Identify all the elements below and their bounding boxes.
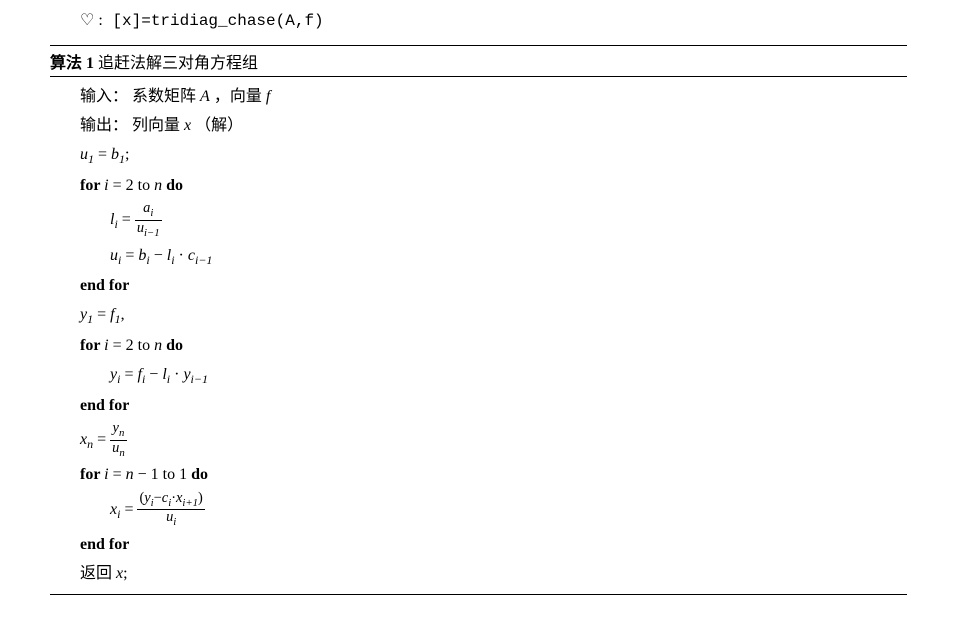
input-label: 输入：: [80, 88, 128, 105]
algorithm-title: 算法 1 追赶法解三对角方程组: [50, 46, 907, 77]
y1-eq: =: [97, 306, 110, 323]
for3-var: i: [104, 466, 108, 483]
yi-y-sub: i−1: [191, 372, 208, 386]
xn-den-sub: n: [119, 447, 124, 459]
ui-dot: ·: [179, 247, 188, 264]
for3-mid: =: [113, 466, 126, 483]
ui-minus: −: [154, 247, 167, 264]
y1-sub: 1: [87, 313, 93, 327]
output-line: 输出： 列向量 x （解）: [80, 112, 907, 139]
yi-l-sub: i: [167, 372, 170, 386]
input-var-f: f: [266, 88, 270, 105]
u1-end: ;: [125, 146, 129, 163]
u1-lhs: u: [80, 146, 88, 163]
input-text: 系数矩阵: [132, 88, 200, 105]
for3-body: xi = (yi−ci·xi+1) ui: [80, 491, 907, 530]
output-var: x: [184, 117, 191, 134]
li-num-sub: i: [150, 207, 153, 219]
algo-title-text: 追赶法解三对角方程组: [98, 55, 258, 72]
input-line: 输入： 系数矩阵 A ，向量 f: [80, 83, 907, 110]
yi-y: y: [183, 366, 190, 383]
xi-minus: −: [154, 490, 162, 506]
li-frac: ai ui−1: [135, 201, 162, 240]
xn-line: xn = yn un: [80, 421, 907, 460]
xn-num-sub: n: [119, 427, 124, 439]
for2-mid: = 2 to: [113, 337, 154, 354]
for2-line: for i = 2 to n do: [80, 332, 907, 359]
algorithm-block: 算法 1 追赶法解三对角方程组 输入： 系数矩阵 A ，向量 f 输出： 列向量…: [50, 45, 907, 595]
endfor2-text: end for: [80, 397, 129, 414]
for1-n: n: [154, 177, 162, 194]
xi-eq: =: [124, 501, 137, 518]
u1-sub: 1: [88, 153, 94, 167]
for1-body1: li = ai ui−1: [80, 201, 907, 240]
input-sep: ，向量: [214, 88, 266, 105]
ui-c-sub: i−1: [195, 253, 212, 267]
for1-body2: ui = bi − li · ci−1: [80, 242, 907, 271]
for1-pre: for: [80, 177, 104, 194]
header-code-line: ♡ : [x]=tridiag_chase(A,f): [80, 10, 907, 30]
heart-icon: ♡ :: [80, 12, 103, 29]
ui-c: c: [188, 247, 195, 264]
xi-close: ): [198, 490, 203, 506]
yi-f-sub: i: [142, 372, 145, 386]
ui-eq: =: [125, 247, 138, 264]
output-text: 列向量: [132, 117, 184, 134]
for2-post: do: [166, 337, 183, 354]
li-sub: i: [114, 217, 117, 231]
for1-post: do: [166, 177, 183, 194]
for3-pre: for: [80, 466, 104, 483]
for3-minus1: − 1 to 1: [138, 466, 187, 483]
xi-den-sub: i: [173, 516, 176, 528]
for2-pre: for: [80, 337, 104, 354]
yi-sub: i: [117, 372, 120, 386]
u1-line: u1 = b1;: [80, 141, 907, 170]
code-text: [x]=tridiag_chase(A,f): [112, 12, 323, 30]
for2-body: yi = fi − li · yi−1: [80, 361, 907, 390]
xi-frac: (yi−ci·xi+1) ui: [137, 491, 204, 530]
endfor3: end for: [80, 531, 907, 558]
for3-line: for i = n − 1 to 1 do: [80, 461, 907, 488]
ui-sub: i: [118, 253, 121, 267]
endfor1: end for: [80, 272, 907, 299]
input-var-a: A: [200, 88, 210, 105]
u1-eq: =: [98, 146, 111, 163]
u1-rhs: b: [111, 146, 119, 163]
algo-label: 算法 1: [50, 55, 94, 72]
for3-n: n: [126, 466, 134, 483]
for2-n: n: [154, 337, 162, 354]
yi-eq: =: [124, 366, 137, 383]
for3-post: do: [191, 466, 208, 483]
output-note: （解）: [195, 117, 243, 134]
xn-sub: n: [87, 437, 93, 451]
for1-line: for i = 2 to n do: [80, 172, 907, 199]
endfor1-text: end for: [80, 277, 129, 294]
ui-b-sub: i: [146, 253, 149, 267]
endfor3-text: end for: [80, 536, 129, 553]
for1-mid: = 2 to: [113, 177, 154, 194]
ui-l-sub: i: [171, 253, 174, 267]
ui-lhs: u: [110, 247, 118, 264]
for2-var: i: [104, 337, 108, 354]
li-eq: =: [122, 211, 135, 228]
xn-frac: yn un: [110, 421, 127, 460]
y1-end: ,: [121, 306, 125, 323]
for1-var: i: [104, 177, 108, 194]
output-label: 输出：: [80, 117, 128, 134]
li-den: u: [137, 220, 144, 236]
y1-line: y1 = f1,: [80, 301, 907, 330]
xi-x-sub: i+1: [182, 497, 198, 509]
xn-eq: =: [97, 431, 110, 448]
endfor2: end for: [80, 392, 907, 419]
li-den-sub: i−1: [144, 227, 160, 239]
algorithm-body: 输入： 系数矩阵 A ，向量 f 输出： 列向量 x （解） u1 = b1; …: [50, 77, 907, 594]
yi-minus: −: [149, 366, 162, 383]
xi-sub: i: [117, 507, 120, 521]
